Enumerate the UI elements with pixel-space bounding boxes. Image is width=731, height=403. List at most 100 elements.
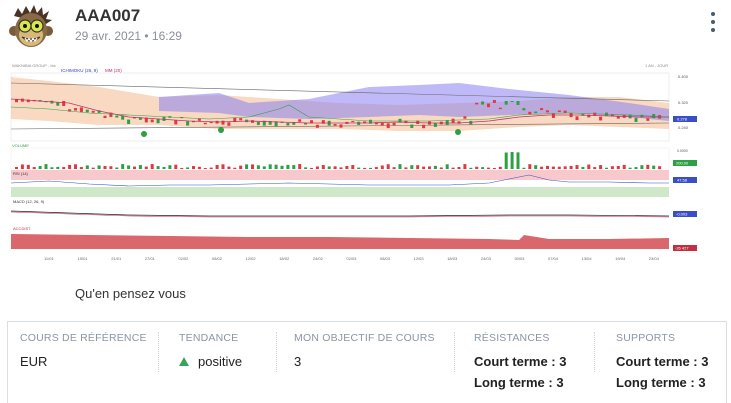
volume-bar (404, 167, 408, 169)
volume-bar (209, 167, 213, 169)
author-name[interactable]: AAA007 (75, 6, 140, 26)
candle (203, 122, 207, 125)
target-value: 3 (294, 354, 302, 369)
accdist-value: -26 427 (675, 246, 689, 251)
volume-bar (363, 167, 367, 169)
volume-bar (581, 166, 585, 169)
post-caption: Qu'en pensez vous (75, 286, 186, 301)
x-tick-label: 08/03 (380, 256, 391, 261)
volume-bar (26, 164, 30, 169)
volume-bar (398, 164, 402, 169)
accdist-label: ACCDIST (13, 226, 31, 231)
volume-bar (127, 165, 131, 169)
price-tick: 0.240 (678, 125, 689, 130)
price-tick: 0.400 (678, 74, 689, 79)
volume-bar (203, 167, 207, 169)
candle (333, 123, 337, 126)
resistances-heading: RÉSISTANCES (474, 332, 550, 344)
rsi-value: 47.58 (677, 178, 688, 183)
volume-bar (215, 164, 219, 169)
volume-bar (56, 166, 60, 169)
x-tick-label: 13/04 (582, 256, 593, 261)
support-long-term: Long terme : 3 (616, 375, 706, 390)
volume-bar (150, 164, 154, 169)
more-options-icon[interactable] (706, 10, 720, 34)
mm-label: MM (20) (105, 68, 122, 73)
volume-bar (374, 167, 378, 169)
volume-bar (227, 166, 231, 169)
ichimoku-label: ICHIMOKU (26, 9) (61, 68, 98, 73)
volume-bar (546, 165, 549, 169)
volume-bar (634, 167, 638, 169)
period-label: 1 AN - JOUR (645, 63, 668, 68)
candle (162, 116, 166, 121)
candle (115, 115, 119, 118)
divider (454, 332, 455, 372)
volume-bar (640, 165, 644, 169)
volume-bar (498, 166, 502, 169)
menu-dot (711, 20, 715, 24)
avatar[interactable] (8, 4, 54, 50)
stock-chart[interactable]: WAKNIBIA GROUP - bis ICHIMOKU (26, 9) MM… (9, 59, 699, 265)
volume-bar (74, 164, 77, 169)
reference-heading: COURS DE RÉFÉRENCE (20, 332, 147, 344)
volume-bar (410, 165, 414, 169)
chart-header: WAKNIBIA GROUP - bis (12, 63, 56, 68)
candle (339, 124, 343, 128)
candle (634, 117, 638, 122)
volume-bar (416, 165, 420, 169)
trend-value-wrap: positive (179, 354, 242, 369)
x-tick-label: 27/01 (145, 256, 156, 261)
volume-bar (44, 164, 48, 169)
candle (575, 116, 579, 121)
volume-bar (321, 165, 325, 169)
volume-bar (62, 167, 66, 169)
volume-bar (292, 165, 296, 169)
volume-bar (599, 165, 603, 169)
candle (392, 122, 396, 126)
candle (557, 110, 561, 113)
candle (351, 120, 355, 123)
candle (487, 103, 490, 108)
candle (451, 118, 455, 124)
x-tick-label: 24/03 (481, 256, 492, 261)
menu-dot (711, 28, 715, 32)
volume-bar (315, 166, 319, 169)
candle (410, 124, 414, 128)
volume-bar (380, 165, 384, 169)
volume-bar (156, 166, 160, 169)
volume-bar (492, 167, 496, 169)
volume-bar (268, 164, 272, 169)
volume-bar (304, 167, 308, 169)
volume-bar (310, 167, 313, 169)
volume-bar (50, 167, 54, 169)
x-tick-label: 12/02 (246, 256, 257, 261)
x-tick-label: 02/02 (178, 256, 189, 261)
volume-bar (475, 166, 479, 169)
volume-bar (522, 167, 526, 169)
volume-bar (15, 167, 18, 169)
candle (498, 107, 502, 110)
volume-bar (422, 166, 426, 169)
volume-bar (133, 166, 136, 169)
x-tick-label: 15/01 (78, 256, 89, 261)
price-tick: 0.320 (678, 100, 689, 105)
x-tick-label: 11/01 (44, 256, 54, 261)
rsi-label: RSI (14) (13, 171, 29, 176)
candle (492, 100, 496, 103)
supports-heading: SUPPORTS (616, 332, 676, 344)
candle (510, 101, 514, 103)
candle (463, 116, 467, 119)
candle (91, 110, 95, 113)
volume-bar (162, 166, 166, 169)
volume-bar (168, 165, 172, 169)
trend-up-icon (179, 357, 189, 366)
volume-bar (221, 164, 225, 169)
x-tick-label: 18/02 (279, 256, 290, 261)
volume-bar (174, 164, 178, 169)
candle (646, 118, 650, 121)
volume-bar (197, 166, 201, 169)
candle (528, 111, 532, 115)
volume-tick: 0.0000 (677, 149, 688, 153)
volume-bar (286, 164, 290, 169)
